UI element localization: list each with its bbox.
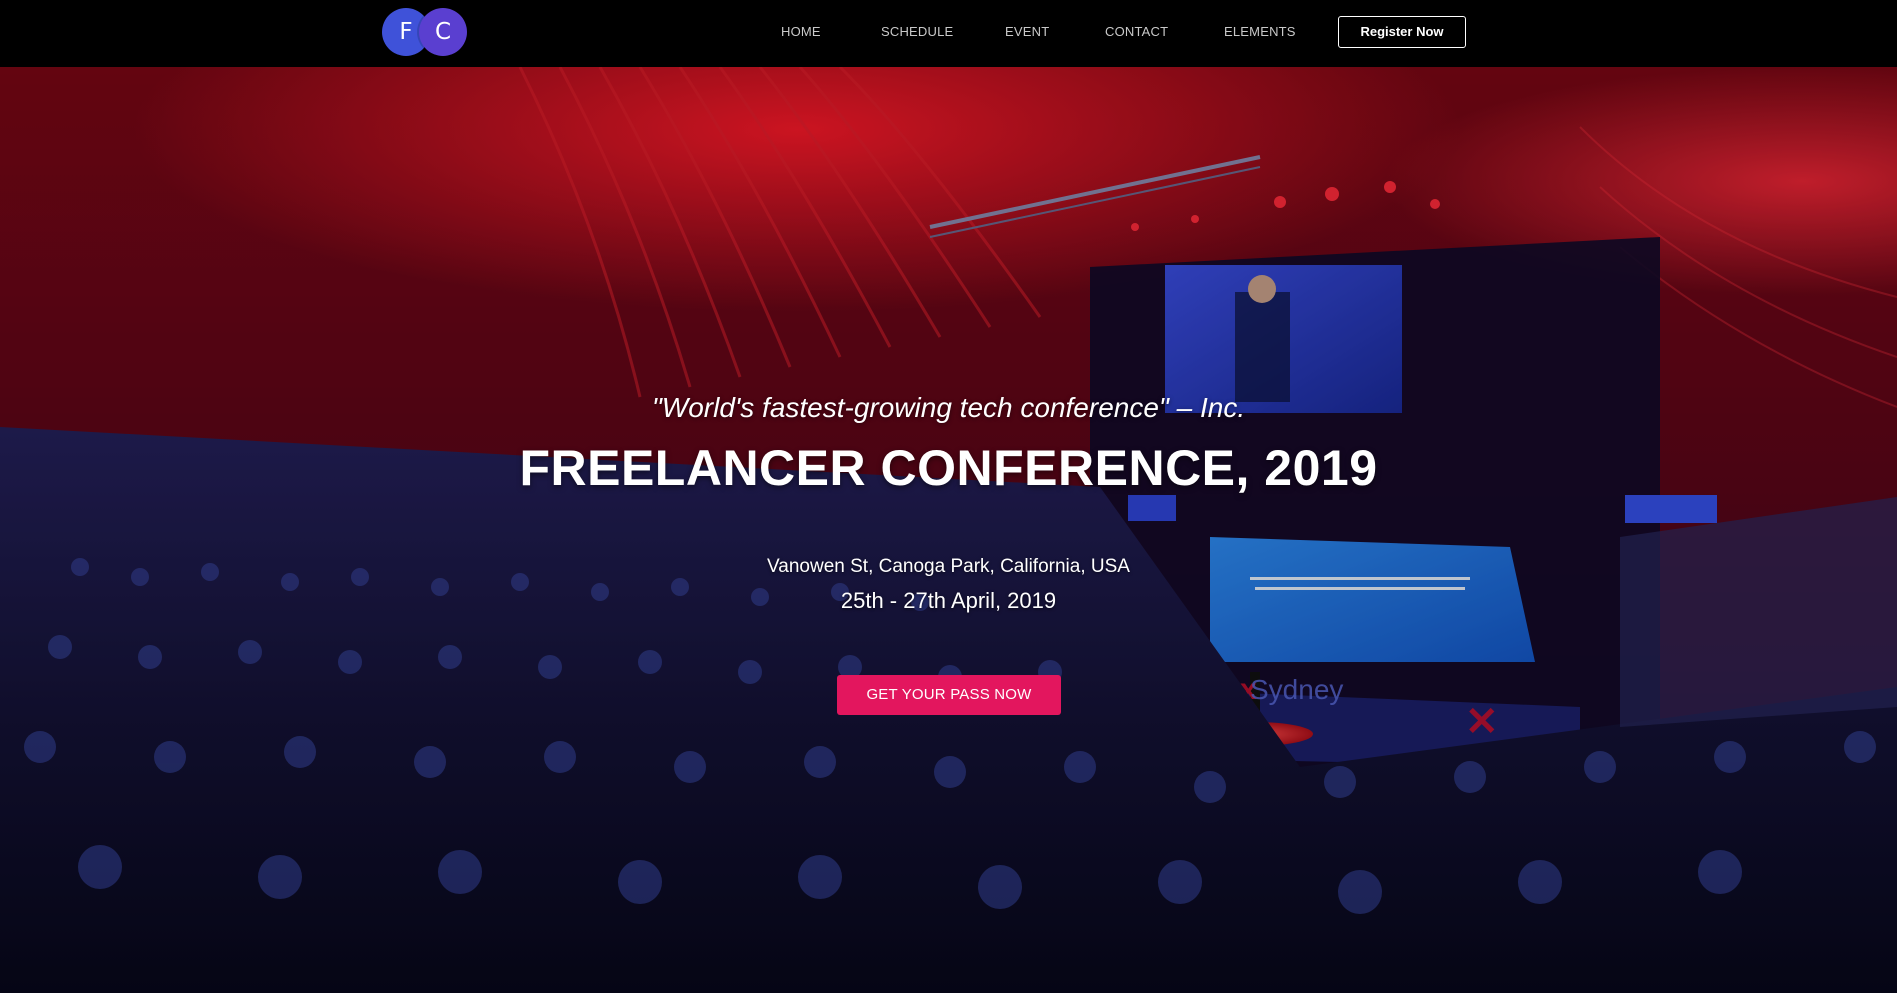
register-now-button[interactable]: Register Now [1338,16,1466,48]
site-logo[interactable]: F C [382,8,467,56]
event-dates: 25th - 27th April, 2019 [840,588,1057,613]
hero-title: FREELANCER CONFERENCE, 2019 [519,440,1378,496]
hero-section: TEDx Sydney ✕ "World's fastest- [0,67,1897,993]
nav-event[interactable]: EVENT [1005,24,1049,39]
hero-dark-overlay [0,67,1897,993]
nav-schedule[interactable]: SCHEDULE [881,24,953,39]
nav-contact[interactable]: CONTACT [1105,24,1168,39]
nav-home[interactable]: HOME [781,24,821,39]
event-address: Vanowen St, Canoga Park, California, USA [767,556,1130,577]
get-pass-button[interactable]: GET YOUR PASS NOW [837,675,1061,715]
logo-letter-c: C [419,8,467,56]
hero-tagline: "World's fastest-growing tech conference… [651,392,1246,423]
top-navbar: F C HOME SCHEDULE EVENT CONTACT ELEMENTS… [0,0,1897,67]
nav-elements[interactable]: ELEMENTS [1224,24,1296,39]
